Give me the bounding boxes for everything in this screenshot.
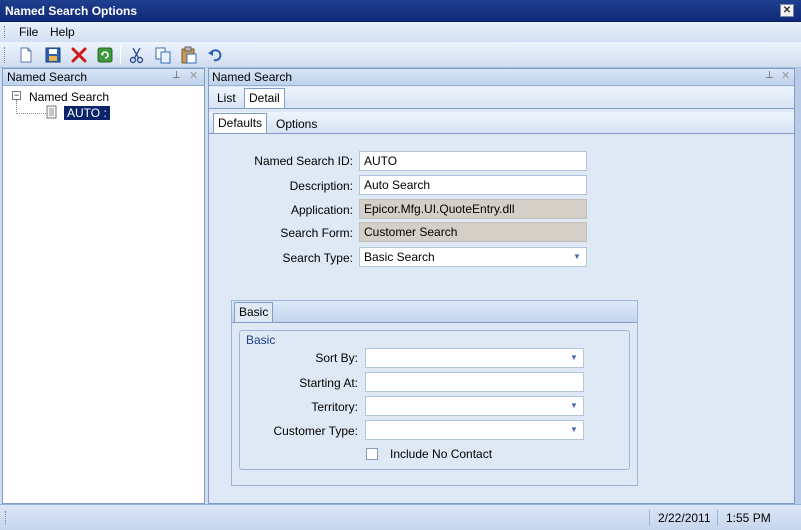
application-field: Epicor.Mfg.UI.QuoteEntry.dll — [359, 199, 587, 219]
menu-help[interactable]: Help — [50, 25, 75, 39]
delete-button[interactable] — [69, 45, 89, 65]
copy-button[interactable] — [153, 45, 173, 65]
search-type-combo[interactable]: Basic Search ▼ — [359, 247, 587, 267]
customer-type-label: Customer Type: — [273, 424, 358, 438]
close-icon: ✕ — [782, 5, 792, 16]
status-grip — [5, 511, 8, 525]
left-tree-pane: Named Search ⊥ ✕ − Named Search AUTO : — [2, 68, 205, 504]
territory-label: Territory: — [311, 400, 358, 414]
save-icon — [45, 47, 61, 63]
right-detail-pane: Named Search ⊥ ✕ List Detail Defaults Op… — [208, 68, 795, 504]
named-search-id-label: Named Search ID: — [254, 154, 353, 168]
basic-tabstrip: Basic — [232, 301, 637, 323]
close-icon[interactable]: ✕ — [781, 69, 790, 82]
sort-by-combo[interactable]: ▼ — [365, 348, 584, 368]
window-title: Named Search Options — [5, 4, 138, 18]
tab-defaults[interactable]: Defaults — [213, 113, 268, 133]
menu-bar: File Help — [0, 22, 801, 42]
left-pane-title: Named Search — [7, 70, 88, 84]
pin-icon[interactable]: ⊥ — [172, 70, 181, 81]
menu-grip — [4, 26, 7, 38]
tree-root[interactable]: Named Search — [29, 90, 109, 104]
tree-item-auto[interactable]: AUTO : — [64, 106, 110, 120]
starting-at-field[interactable] — [365, 372, 584, 392]
toolbar — [0, 42, 801, 68]
include-no-contact-label: Include No Contact — [390, 447, 493, 461]
basic-group: Basic Sort By: ▼ Starting At: Territory:… — [239, 330, 630, 470]
pin-icon[interactable]: ⊥ — [765, 70, 774, 81]
close-icon[interactable]: ✕ — [189, 69, 198, 82]
territory-combo[interactable]: ▼ — [365, 396, 584, 416]
search-type-value: Basic Search — [364, 250, 435, 264]
refresh-icon — [97, 47, 113, 63]
toolbar-separator — [120, 46, 121, 64]
cut-button[interactable] — [127, 45, 147, 65]
status-bar: 2/22/2011 1:55 PM — [0, 504, 801, 530]
named-search-id-field[interactable]: AUTO — [359, 151, 587, 171]
new-button[interactable] — [16, 45, 36, 65]
search-form-field: Customer Search — [359, 222, 587, 242]
tab-list[interactable]: List — [213, 89, 240, 109]
cut-icon — [129, 47, 144, 64]
chevron-down-icon[interactable]: ▼ — [567, 399, 581, 413]
delete-icon — [71, 47, 87, 63]
status-time: 1:55 PM — [726, 511, 771, 525]
detail-subtabstrip: Defaults Options — [209, 112, 794, 134]
close-button[interactable]: ✕ — [780, 4, 794, 17]
document-icon — [46, 105, 57, 119]
left-pane-header: Named Search ⊥ ✕ — [3, 69, 204, 86]
status-separator — [649, 510, 650, 526]
paste-button[interactable] — [179, 45, 199, 65]
chevron-down-icon[interactable]: ▼ — [570, 250, 584, 264]
vertical-scrollbar[interactable] — [795, 68, 801, 504]
right-pane-header: Named Search ⊥ ✕ — [209, 69, 794, 86]
application-label: Application: — [290, 203, 353, 217]
tab-options[interactable]: Options — [272, 115, 321, 135]
save-button[interactable] — [43, 45, 63, 65]
starting-at-label: Starting At: — [299, 376, 358, 390]
tree-connector — [16, 100, 17, 114]
status-date: 2/22/2011 — [658, 511, 711, 525]
tree-collapse-icon[interactable]: − — [12, 91, 21, 100]
refresh-button[interactable] — [95, 45, 115, 65]
undo-button[interactable] — [205, 45, 225, 65]
customer-type-combo[interactable]: ▼ — [365, 420, 584, 440]
search-type-label: Search Type: — [282, 251, 354, 265]
new-icon — [20, 47, 32, 63]
main-tabstrip: List Detail — [209, 87, 794, 109]
paste-icon — [181, 46, 197, 64]
description-field[interactable]: Auto Search — [359, 175, 587, 195]
copy-icon — [155, 47, 171, 64]
basic-group-title: Basic — [246, 333, 276, 347]
chevron-down-icon[interactable]: ▼ — [567, 423, 581, 437]
description-label: Description: — [289, 179, 353, 193]
sort-by-label: Sort By: — [315, 351, 358, 365]
toolbar-grip — [4, 47, 7, 63]
status-separator — [717, 510, 718, 526]
tab-basic[interactable]: Basic — [234, 302, 274, 322]
include-no-contact-checkbox[interactable] — [366, 448, 378, 460]
undo-icon — [208, 49, 222, 62]
right-pane-title: Named Search — [212, 70, 293, 84]
basic-panel: Basic Basic Sort By: ▼ Starting At: Terr… — [231, 300, 638, 486]
search-form-label: Search Form: — [280, 226, 353, 240]
menu-file[interactable]: File — [19, 25, 38, 39]
tree-connector — [16, 113, 46, 114]
tab-detail[interactable]: Detail — [244, 88, 285, 108]
title-bar: Named Search Options ✕ — [0, 0, 801, 22]
chevron-down-icon[interactable]: ▼ — [567, 351, 581, 365]
